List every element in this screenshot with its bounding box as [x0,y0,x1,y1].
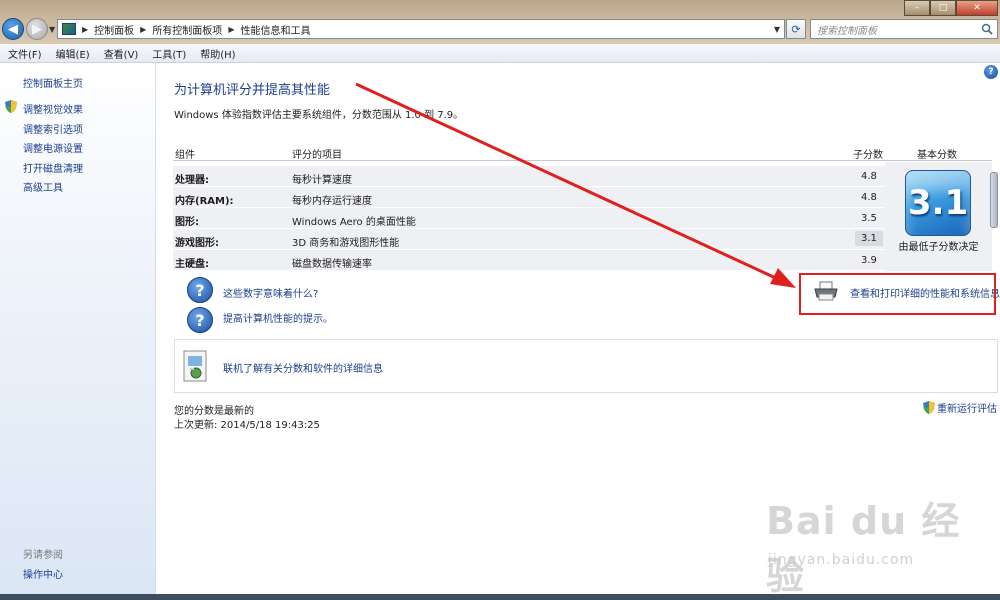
minimize-button[interactable]: – [904,0,930,16]
main-content: ? 为计算机评分并提高其性能 Windows 体验指数评估主要系统组件，分数范围… [157,63,1000,600]
menu-view[interactable]: 查看(V) [96,46,145,61]
table-header: 组件 评分的项目 子分数 基本分数 [173,143,992,161]
breadcrumb-performance[interactable]: 性能信息和工具 [240,22,310,37]
row-component: 游戏图形: [175,238,219,249]
search-icon[interactable] [981,23,993,35]
task-pane: 控制面板主页 调整视觉效果 调整索引选项 调整电源设置 打开磁盘清理 高级工具 … [0,63,156,600]
base-score-value: 3.1 [907,183,969,223]
row-component: 主硬盘: [175,259,209,270]
table-row: 处理器: 每秒计算速度 4.8 [173,166,885,187]
row-subscore: 3.9 [861,255,877,266]
forward-button[interactable]: ▶ [26,18,48,40]
row-subscore-lowest: 3.1 [855,231,883,246]
header-rated-item: 评分的项目 [292,150,342,161]
score-status: 您的分数是最新的 [174,406,254,417]
annotation-highlight-box [799,273,996,315]
uac-shield-icon [5,100,17,113]
table-row: 内存(RAM): 每秒内存运行速度 4.8 [173,187,885,208]
row-rated-item: Windows Aero 的桌面性能 [292,217,416,228]
chevron-right-icon[interactable]: ▶ [228,25,234,34]
table-row: 游戏图形: 3D 商务和游戏图形性能 3.1 [173,229,885,250]
row-subscore: 4.8 [861,192,877,203]
menu-bar: 文件(F) 编辑(E) 查看(V) 工具(T) 帮助(H) [0,44,1000,63]
base-score-panel: 3.1 由最低子分数决定 [885,162,992,271]
menu-tools[interactable]: 工具(T) [144,46,192,61]
back-button[interactable]: ◀ [2,18,24,40]
adjust-indexing-link[interactable]: 调整索引选项 [23,121,83,136]
question-icon: ? [187,277,213,303]
base-score-caption: 由最低子分数决定 [898,242,979,253]
base-score-badge: 3.1 [905,170,971,236]
refresh-button[interactable]: ⟳ [786,19,806,39]
taskbar [0,594,1000,600]
row-component: 内存(RAM): [175,196,234,207]
action-center-link[interactable]: 操作中心 [23,566,63,581]
scrollbar-thumb[interactable] [990,172,998,228]
address-dropdown-icon[interactable]: ▼ [774,25,780,34]
software-info-icon [183,350,207,382]
last-update-time: 上次更新: 2014/5/18 19:43:25 [174,420,320,431]
disk-cleanup-link[interactable]: 打开磁盘清理 [23,160,83,175]
table-row: 图形: Windows Aero 的桌面性能 3.5 [173,208,885,229]
row-rated-item: 3D 商务和游戏图形性能 [292,238,400,249]
menu-edit[interactable]: 编辑(E) [48,46,96,61]
search-input[interactable]: 搜索控制面板 [810,19,998,39]
search-placeholder: 搜索控制面板 [817,25,877,37]
row-rated-item: 磁盘数据传输速率 [292,259,372,270]
chevron-right-icon[interactable]: ▶ [82,25,88,34]
score-table: 组件 评分的项目 子分数 基本分数 处理器: 每秒计算速度 4.8 内存(RAM… [173,143,992,271]
advanced-tools-link[interactable]: 高级工具 [23,179,63,194]
page-title: 为计算机评分并提高其性能 [174,83,331,98]
chevron-right-icon[interactable]: ▶ [140,25,146,34]
online-details-link[interactable]: 联机了解有关分数和软件的详细信息 [223,360,383,375]
address-bar[interactable]: ▶ 控制面板 ▶ 所有控制面板项 ▶ 性能信息和工具 ▼ [57,19,785,39]
close-button[interactable]: ✕ [956,0,998,16]
row-component: 处理器: [175,175,209,186]
breadcrumb-control-panel[interactable]: 控制面板 [94,22,134,37]
page-description: Windows 体验指数评估主要系统组件，分数范围从 1.0 到 7.9。 [174,110,464,121]
row-component: 图形: [175,217,199,228]
window-controls: – □ ✕ [904,0,998,16]
menu-file[interactable]: 文件(F) [0,46,48,61]
row-subscore: 4.8 [861,171,877,182]
header-component: 组件 [175,150,195,161]
uac-shield-icon [923,401,935,414]
row-rated-item: 每秒计算速度 [292,175,352,186]
table-row: 主硬盘: 磁盘数据传输速率 3.9 [173,250,885,271]
row-subscore: 3.5 [861,213,877,224]
header-subscore: 子分数 [853,150,883,161]
menu-help[interactable]: 帮助(H) [192,46,241,61]
rerun-assessment-link[interactable]: 重新运行评估 [937,400,997,415]
maximize-button[interactable]: □ [930,0,956,16]
help-icon[interactable]: ? [984,65,998,79]
adjust-power-link[interactable]: 调整电源设置 [23,140,83,155]
what-do-numbers-mean-link[interactable]: 这些数字意味着什么? [223,285,318,300]
performance-tips-link[interactable]: 提高计算机性能的提示。 [223,310,333,325]
rerun-assessment[interactable]: 重新运行评估 [923,400,997,415]
header-base-score: 基本分数 [917,150,957,161]
control-panel-home-link[interactable]: 控制面板主页 [23,75,83,90]
adjust-visual-effects-link[interactable]: 调整视觉效果 [23,101,83,116]
recent-pages-dropdown-icon[interactable]: ▼ [49,25,55,34]
online-info-box: 联机了解有关分数和软件的详细信息 [174,339,998,393]
see-also-heading: 另请参阅 [23,550,63,561]
title-bar: ◀ ▶ ▼ ▶ 控制面板 ▶ 所有控制面板项 ▶ 性能信息和工具 ▼ ⟳ 搜索控… [0,0,1000,44]
control-panel-icon [62,23,76,35]
breadcrumb-all-items[interactable]: 所有控制面板项 [152,22,222,37]
row-rated-item: 每秒内存运行速度 [292,196,372,207]
question-icon: ? [187,307,213,333]
